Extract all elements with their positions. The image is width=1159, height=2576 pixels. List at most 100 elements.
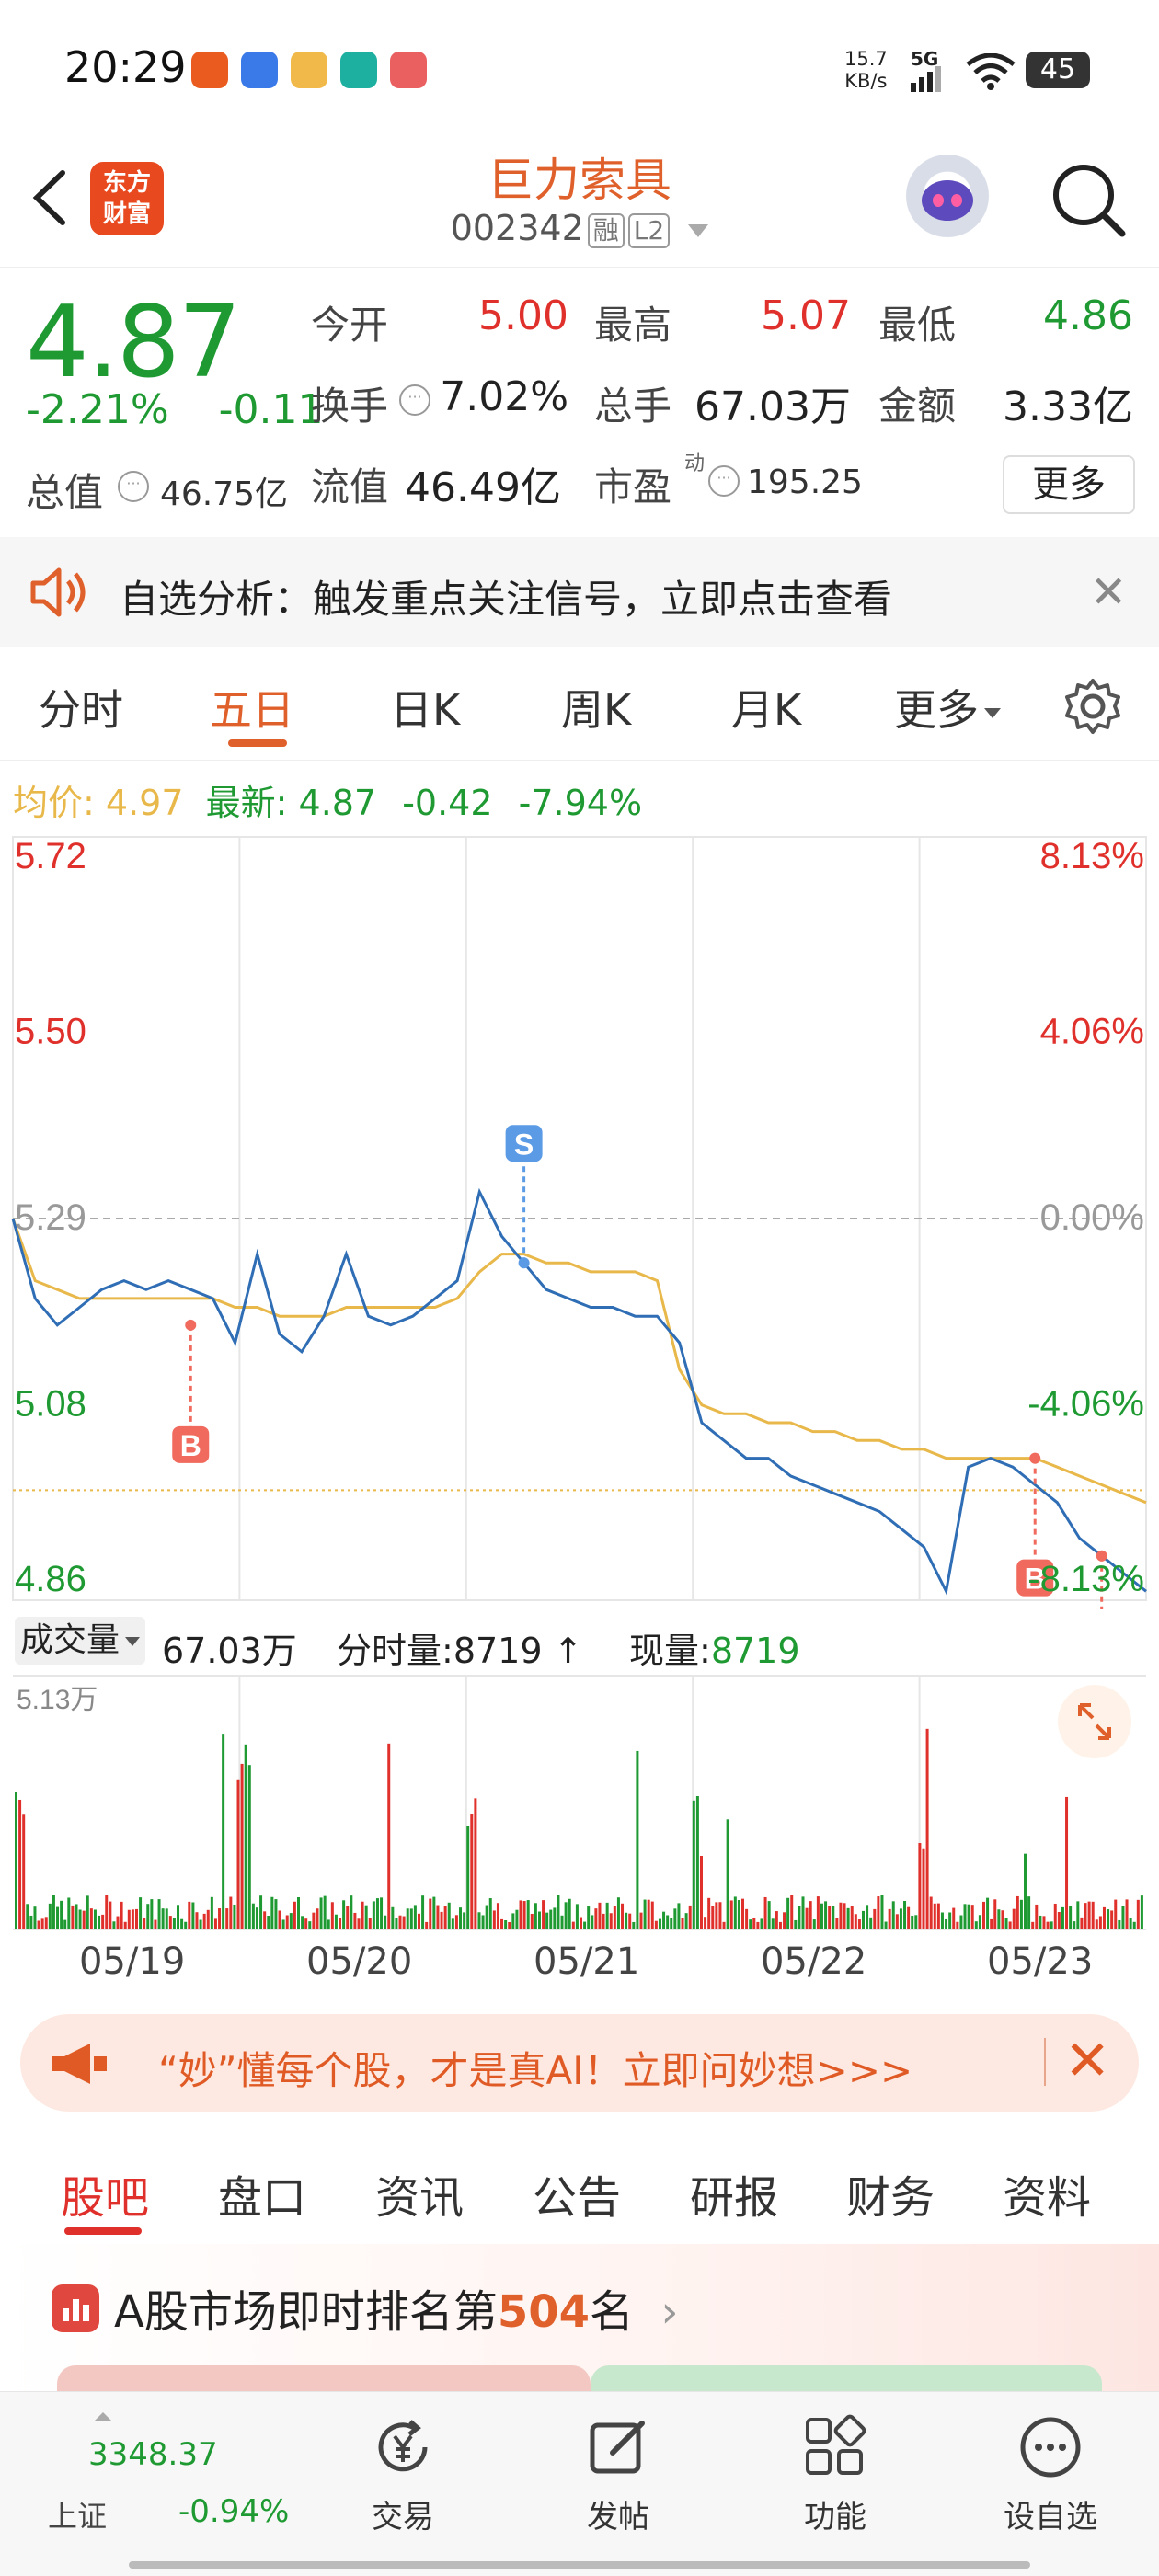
volume-bar (86, 1895, 89, 1929)
volume-bar (643, 1899, 647, 1929)
amount-value: 3.33亿 (1003, 384, 1133, 430)
volume-bar (1076, 1901, 1080, 1929)
volume-bar (330, 1902, 334, 1929)
y-tick-label-left: 5.72 (15, 836, 86, 876)
volume-bar (334, 1914, 338, 1929)
rank-card[interactable]: A股市场即时排名第504名 › (0, 2244, 1159, 2402)
volume-bar (537, 1911, 541, 1929)
volume-bar (161, 1908, 165, 1929)
volume-bar (918, 1842, 922, 1929)
expand-chart-button[interactable] (1058, 1685, 1131, 1758)
expand-icon (1078, 1703, 1111, 1740)
tab-more[interactable]: 更多 (894, 677, 1001, 738)
volume-bar (1132, 1921, 1136, 1929)
volume-bar (888, 1908, 891, 1929)
open-label: 今开 (311, 303, 389, 348)
volume-bar (522, 1901, 526, 1929)
gear-icon[interactable] (1063, 677, 1122, 736)
stock-header: 东方 财富 巨力索具 002342 融 L2 (0, 138, 1159, 268)
volume-bar (1008, 1921, 1012, 1929)
volume-bar (970, 1905, 974, 1929)
volume-bar (1065, 1796, 1069, 1929)
ai-assistant-avatar[interactable] (901, 155, 993, 246)
tab-financials[interactable]: 财务 (846, 2161, 935, 2226)
nav-functions[interactable]: 功能 (771, 2410, 900, 2536)
volume-bar (180, 1918, 184, 1929)
volume-bar (127, 1909, 131, 1929)
tab-five-day[interactable]: 五日 (210, 677, 294, 738)
tab-announcements[interactable]: 公告 (533, 2161, 621, 2226)
volume-bar (146, 1904, 150, 1929)
volume-bar (1087, 1901, 1091, 1929)
volume-bar (218, 1908, 222, 1929)
volume-bar (1107, 1909, 1110, 1929)
volume-bar (530, 1913, 534, 1929)
close-icon[interactable]: ✕ (1090, 570, 1127, 614)
pe-dynamic-mark: 动 (684, 452, 706, 475)
info-dots-icon[interactable]: ··· (708, 465, 740, 497)
latest-change: -0.42 (402, 783, 493, 823)
volume-bar (959, 1915, 963, 1929)
volume-bar (436, 1905, 440, 1929)
info-dots-icon[interactable]: ··· (399, 384, 430, 416)
close-icon[interactable]: ✕ (1064, 2029, 1110, 2093)
info-dots-icon[interactable]: ··· (118, 471, 149, 502)
volume-bar (899, 1908, 902, 1929)
y-tick-label-left: 5.29 (15, 1197, 86, 1238)
tab-news[interactable]: 资讯 (375, 2161, 464, 2226)
volume-bar (828, 1906, 832, 1929)
status-bar: 20:29 15.7 KB/s 5G 45 (0, 0, 1159, 138)
market-cap-value: 46.75亿 (160, 475, 289, 513)
tab-intraday[interactable]: 分时 (39, 677, 123, 738)
nav-trade[interactable]: 交易 (339, 2410, 467, 2536)
search-icon[interactable] (1047, 158, 1130, 241)
rank-prefix: A股市场即时排名第 (114, 2286, 498, 2338)
volume-bar (771, 1918, 775, 1929)
volume-bar (625, 1912, 628, 1929)
app-notification-icon (390, 52, 427, 88)
tab-weekly-k[interactable]: 周K (561, 677, 631, 738)
tab-research[interactable]: 研报 (690, 2161, 778, 2226)
date-axis: 05/19 05/20 05/21 05/22 05/23 (0, 1941, 1159, 1996)
trade-marker-dot (518, 1257, 530, 1269)
nav-post[interactable]: 发帖 (554, 2410, 683, 2536)
index-name: 上证 (48, 2499, 108, 2534)
volume-bar (143, 1918, 146, 1929)
volume-bar (29, 1915, 33, 1929)
app-notification-icon (340, 52, 377, 88)
tab-orderbook[interactable]: 盘口 (218, 2161, 306, 2226)
volume-bar (952, 1907, 956, 1929)
turnover-value: 7.02% (440, 373, 568, 420)
volume-bar (380, 1897, 384, 1929)
current-volume: 现量:8719 (629, 1622, 800, 1673)
analysis-banner[interactable]: 自选分析：触发重点关注信号，立即点击查看 ✕ (0, 537, 1159, 647)
volume-bar (936, 1903, 940, 1929)
nav-add-watchlist[interactable]: 设自选 (986, 2410, 1115, 2536)
volume-bar (485, 1905, 488, 1929)
tab-forum[interactable]: 股吧 (61, 2161, 149, 2226)
volume-bar (839, 1902, 843, 1929)
volume-bar (549, 1909, 553, 1929)
volume-total: 67.03万 (162, 1631, 297, 1671)
volume-bar (368, 1918, 372, 1929)
tab-daily-k[interactable]: 日K (390, 677, 460, 738)
volume-bar (756, 1921, 760, 1929)
index-ticker[interactable]: 3348.37 上证 -0.94% (28, 2405, 322, 2534)
y-tick-label-right: 0.00% (1040, 1197, 1144, 1238)
tab-profile[interactable]: 资料 (1003, 2161, 1091, 2226)
volume-bar (929, 1896, 933, 1929)
price-chart[interactable]: BSBB 5.728.13%5.504.06%5.290.00%5.08-4.0… (0, 828, 1159, 1609)
tab-monthly-k[interactable]: 月K (731, 677, 801, 738)
volume-bar (974, 1921, 978, 1929)
volume-bar (44, 1917, 48, 1929)
volume-bar (1118, 1919, 1121, 1929)
ai-promo-banner[interactable]: “妙”懂每个股，才是真AI！立即问妙想>>> ✕ (20, 2014, 1139, 2112)
more-quote-button[interactable]: 更多 (1003, 455, 1135, 514)
volume-bar (857, 1919, 861, 1929)
volume-bar (993, 1899, 997, 1929)
volume-chart[interactable]: 5.13万 (0, 1672, 1159, 1939)
volume-bar (511, 1913, 515, 1929)
indicator-select[interactable]: 成交量 (15, 1617, 146, 1665)
volume-bar (274, 1899, 278, 1929)
volume-bar (1073, 1921, 1076, 1929)
